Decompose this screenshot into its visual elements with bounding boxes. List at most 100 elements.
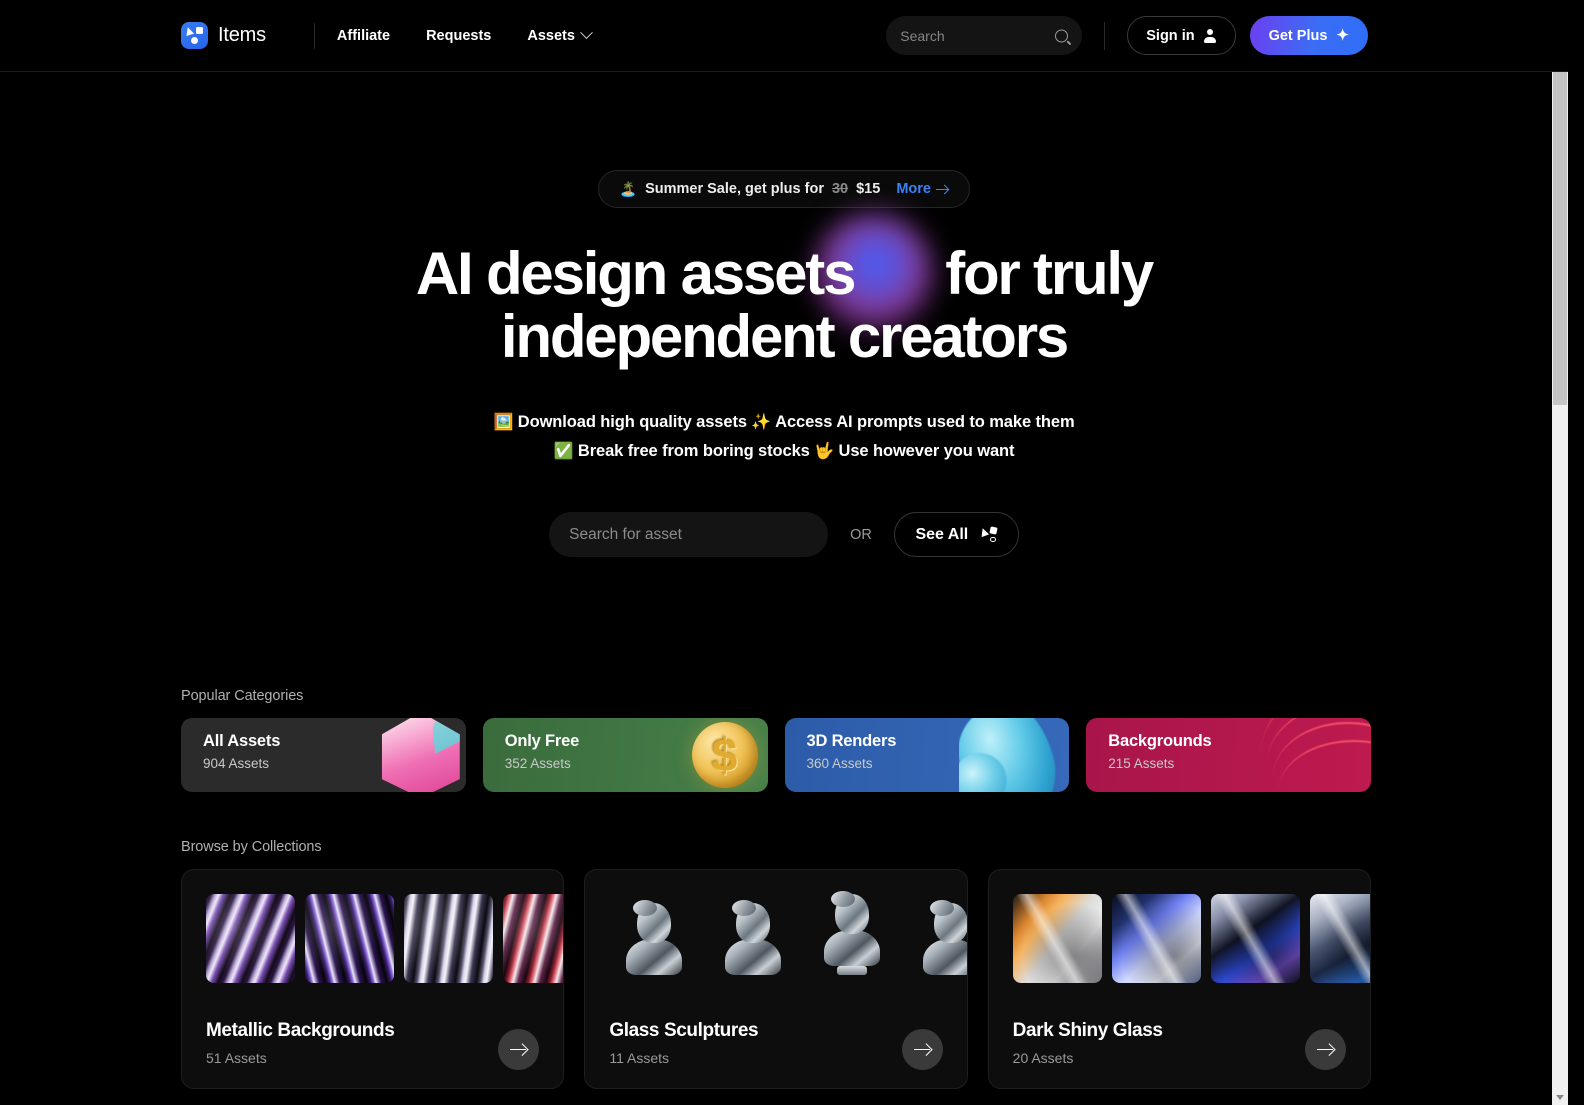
hero-section: 🏝️ Summer Sale, get plus for 30 $15 More…	[0, 72, 1568, 557]
sign-in-button[interactable]: Sign in	[1127, 16, 1236, 55]
collections-grid: Metallic Backgrounds 51 Assets Glass Scu…	[181, 869, 1371, 1089]
collection-card-dark-shiny-glass[interactable]: Dark Shiny Glass 20 Assets	[987, 869, 1371, 1089]
category-card-only-free[interactable]: Only Free 352 Assets	[482, 718, 768, 792]
arrow-right-icon	[913, 1044, 931, 1056]
hero-headline-part-a: AI design assets	[415, 240, 857, 307]
collection-open-button[interactable]	[901, 1029, 943, 1070]
header-actions-divider	[1104, 21, 1106, 50]
primary-nav: Affiliate Requests Assets	[337, 26, 593, 44]
nav-label-requests: Requests	[426, 27, 492, 44]
category-card-all-assets[interactable]: All Assets 904 Assets	[181, 718, 466, 792]
collection-meta: Metallic Backgrounds 51 Assets	[206, 1020, 395, 1066]
promo-banner-wrap: 🏝️ Summer Sale, get plus for 30 $15 More	[0, 170, 1568, 208]
user-icon	[1204, 28, 1217, 43]
hero-headline-line2: independent creators	[500, 303, 1069, 370]
collection-count: 20 Assets	[1012, 1050, 1074, 1066]
category-count: 352 Assets	[504, 756, 571, 771]
promo-more-link[interactable]: More	[896, 181, 949, 197]
page-viewport: Items Affiliate Requests Assets Sign in	[0, 0, 1568, 1105]
popular-categories-section: Popular Categories All Assets 904 Assets…	[181, 688, 1371, 792]
hero-sub-text-1b: Access AI prompts used to make them	[775, 413, 1075, 431]
brand-name: Items	[218, 24, 266, 46]
collection-thumbnail	[503, 894, 564, 983]
sign-in-label: Sign in	[1146, 27, 1195, 44]
category-title: Backgrounds	[1108, 732, 1212, 750]
popular-categories-label: Popular Categories	[181, 688, 304, 704]
sparkles-icon: ✨	[751, 414, 772, 431]
see-all-button[interactable]: See All	[893, 512, 1019, 557]
promo-more-label: More	[896, 181, 931, 197]
promo-banner[interactable]: 🏝️ Summer Sale, get plus for 30 $15 More	[598, 170, 970, 208]
collection-title: Metallic Backgrounds	[206, 1020, 395, 1041]
check-mark-icon: ✅	[553, 443, 574, 460]
hero-search-row: OR See All	[0, 512, 1568, 557]
hero-subheadline: 🖼️ Download high quality assets ✨ Access…	[0, 408, 1568, 466]
scroll-down-arrow-icon[interactable]	[1552, 1089, 1568, 1105]
search-icon	[1055, 29, 1069, 42]
site-header: Items Affiliate Requests Assets Sign in	[0, 0, 1568, 72]
hero-search-input[interactable]	[569, 525, 809, 544]
category-card-backgrounds[interactable]: Backgrounds 215 Assets	[1086, 718, 1371, 792]
promo-text: Summer Sale, get plus for	[645, 181, 824, 197]
get-plus-button[interactable]: Get Plus ✦	[1249, 16, 1368, 55]
chevron-down-icon	[580, 26, 593, 40]
hero-sub-text-1a: Download high quality assets	[517, 413, 747, 431]
collection-open-button[interactable]	[1304, 1029, 1346, 1070]
category-title: Only Free	[504, 732, 580, 750]
collection-thumbnails	[585, 870, 967, 983]
collection-count: 11 Assets	[609, 1050, 669, 1066]
collection-thumbnail	[906, 894, 967, 983]
page-scrollbar[interactable]	[1552, 0, 1568, 1105]
shapes-icon	[979, 526, 998, 542]
nav-item-assets[interactable]: Assets	[527, 26, 593, 44]
hero-sub-line-2: ✅ Break free from boring stocks 🤟 Use ho…	[0, 437, 1568, 466]
or-label: OR	[850, 526, 872, 543]
collection-thumbnail	[206, 894, 295, 983]
collection-meta: Glass Sculptures 11 Assets	[609, 1020, 758, 1066]
collection-title: Dark Shiny Glass	[1012, 1020, 1163, 1041]
arrow-right-icon	[935, 185, 949, 194]
category-title: All Assets	[203, 732, 281, 750]
hero-sub-text-2b: Use however you want	[838, 442, 1015, 460]
sparkle-icon: ✦	[1336, 27, 1349, 44]
see-all-label: See All	[915, 525, 969, 543]
collection-card-metallic-backgrounds[interactable]: Metallic Backgrounds 51 Assets	[181, 869, 565, 1089]
get-plus-label: Get Plus	[1268, 27, 1328, 44]
collection-thumbnail	[305, 894, 394, 983]
category-count: 215 Assets	[1108, 756, 1175, 771]
nav-item-affiliate[interactable]: Affiliate	[337, 28, 390, 44]
collection-thumbnail	[404, 894, 493, 983]
collection-thumbnail	[807, 894, 896, 983]
category-title: 3D Renders	[806, 732, 897, 750]
collection-thumbnail	[1111, 894, 1201, 983]
arrow-right-icon	[510, 1044, 527, 1056]
category-count: 360 Assets	[806, 756, 873, 771]
collection-thumbnail	[1210, 894, 1300, 983]
collection-count: 51 Assets	[206, 1050, 267, 1066]
category-card-3d-renders[interactable]: 3D Renders 360 Assets	[784, 718, 1070, 792]
collection-title: Glass Sculptures	[609, 1020, 759, 1041]
header-actions: Sign in Get Plus ✦	[886, 16, 1368, 55]
red-waves-icon	[1241, 718, 1371, 792]
brand-logo[interactable]: Items	[181, 22, 266, 49]
header-search[interactable]	[886, 16, 1083, 55]
collection-meta: Dark Shiny Glass 20 Assets	[1013, 1020, 1163, 1066]
nav-label-affiliate: Affiliate	[336, 27, 391, 44]
collection-thumbnail	[609, 894, 698, 983]
hero-headline-part-b: for truly	[945, 240, 1154, 307]
collection-thumbnail	[1012, 894, 1102, 983]
collection-thumbnail	[708, 894, 797, 983]
nav-label-assets: Assets	[527, 27, 575, 44]
arrow-right-icon	[1316, 1044, 1334, 1056]
collection-open-button[interactable]	[498, 1029, 540, 1070]
hero-headline: AI design assets for truly independent c…	[0, 214, 1568, 370]
gold-coin-icon	[658, 718, 768, 792]
collection-thumbnail	[1309, 894, 1370, 983]
collection-card-glass-sculptures[interactable]: Glass Sculptures 11 Assets	[584, 869, 968, 1089]
promo-old-price: 30	[831, 181, 849, 197]
hero-search-box[interactable]	[549, 512, 829, 557]
nav-item-requests[interactable]: Requests	[426, 28, 491, 44]
palm-tree-icon: 🏝️	[619, 181, 638, 198]
promo-new-price: $15	[856, 181, 881, 197]
search-input[interactable]	[900, 27, 1051, 44]
